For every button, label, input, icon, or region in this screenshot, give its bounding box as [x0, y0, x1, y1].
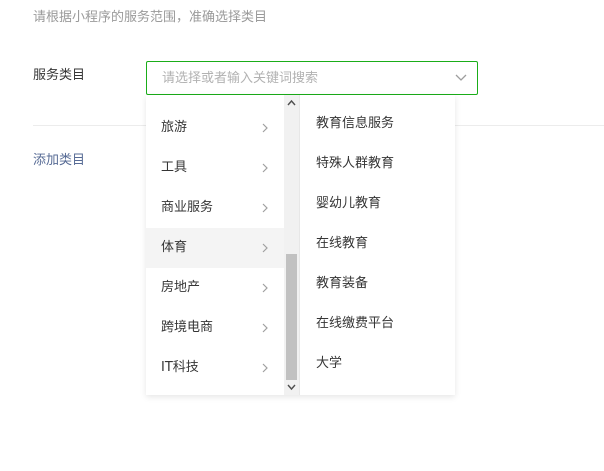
chevron-right-icon	[262, 243, 268, 253]
secondary-category-label: 婴幼儿教育	[316, 196, 382, 211]
secondary-category-list: 教育信息服务 特殊人群教育 婴幼儿教育在线教育教育装备在线缴费平台 大学	[300, 95, 455, 395]
secondary-category-item[interactable]: 在线教育	[300, 224, 455, 264]
chevron-right-icon	[262, 323, 268, 333]
add-category-link[interactable]: 添加类目	[33, 153, 85, 169]
secondary-category-item[interactable]: 婴幼儿教育	[300, 184, 455, 224]
primary-category-item[interactable]: IT科技	[146, 348, 284, 388]
primary-category-label: 工具	[161, 160, 188, 175]
category-dropdown: 旅游工具商业服务体育房地产跨境电商 IT科技 教育信息服务 特殊人群教育 婴幼儿教育在…	[146, 95, 455, 395]
chevron-right-icon	[262, 363, 268, 373]
page: 请根据小程序的服务范围，准确选择类目 服务类目 添加类目 旅游工具商业服务体育房…	[0, 0, 604, 471]
primary-category-label: 体育	[161, 240, 188, 255]
secondary-category-item[interactable]: 大学	[300, 344, 455, 384]
primary-category-item[interactable]: 体育	[146, 228, 284, 268]
category-hint: 请根据小程序的服务范围，准确选择类目	[33, 10, 268, 25]
primary-category-label: 房地产	[161, 280, 201, 295]
chevron-down-icon[interactable]	[454, 72, 468, 84]
secondary-category-label: 教育信息服务	[316, 116, 395, 131]
primary-category-label: 旅游	[161, 120, 188, 135]
scrollbar-thumb[interactable]	[286, 254, 297, 380]
chevron-right-icon	[262, 163, 268, 173]
secondary-category-item[interactable]: 教育装备	[300, 264, 455, 304]
chevron-right-icon	[262, 283, 268, 293]
secondary-category-item[interactable]: 教育信息服务	[300, 104, 455, 144]
secondary-category-label: 大学	[316, 356, 343, 371]
category-search-input[interactable]	[147, 62, 447, 94]
primary-category-item[interactable]: 跨境电商	[146, 308, 284, 348]
chevron-right-icon	[262, 123, 268, 133]
secondary-category-item[interactable]: 在线缴费平台	[300, 304, 455, 344]
secondary-category-label: 在线教育	[316, 236, 369, 251]
primary-category-label: 跨境电商	[161, 320, 214, 335]
primary-category-item[interactable]: 旅游	[146, 108, 284, 148]
scrollbar[interactable]	[284, 95, 299, 395]
primary-category-item[interactable]: 商业服务	[146, 188, 284, 228]
secondary-category-label: 在线缴费平台	[316, 316, 395, 331]
secondary-category-label: 教育装备	[316, 276, 369, 291]
primary-category-label: IT科技	[161, 360, 199, 375]
chevron-right-icon	[262, 203, 268, 213]
primary-category-item[interactable]: 房地产	[146, 268, 284, 308]
arrow-up-icon[interactable]	[284, 96, 299, 110]
service-category-label: 服务类目	[33, 68, 86, 83]
arrow-down-icon[interactable]	[284, 380, 299, 394]
primary-category-label: 商业服务	[161, 200, 214, 215]
category-select[interactable]	[146, 61, 478, 95]
primary-category-item[interactable]: 工具	[146, 148, 284, 188]
secondary-category-item[interactable]: 特殊人群教育	[300, 144, 455, 184]
secondary-category-label: 特殊人群教育	[316, 156, 395, 171]
primary-category-list: 旅游工具商业服务体育房地产跨境电商 IT科技	[146, 95, 284, 395]
